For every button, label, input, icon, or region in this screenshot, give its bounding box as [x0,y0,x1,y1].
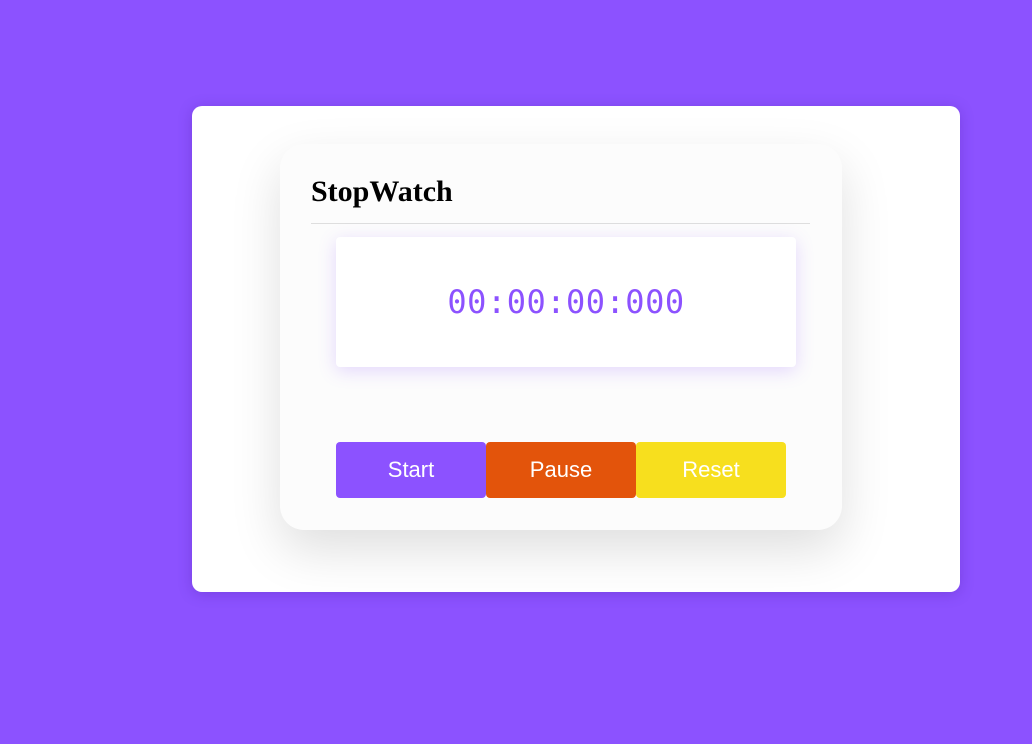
title-divider [311,223,810,224]
reset-button[interactable]: Reset [636,442,786,498]
pause-button[interactable]: Pause [486,442,636,498]
start-button[interactable]: Start [336,442,486,498]
stopwatch-card: StopWatch 00:00:00:000 Start Pause Reset [280,144,842,530]
page-title: StopWatch [311,175,453,208]
outer-card: StopWatch 00:00:00:000 Start Pause Reset [192,106,960,592]
time-display: 00:00:00:000 [336,237,796,367]
time-readout: 00:00:00:000 [447,283,685,321]
